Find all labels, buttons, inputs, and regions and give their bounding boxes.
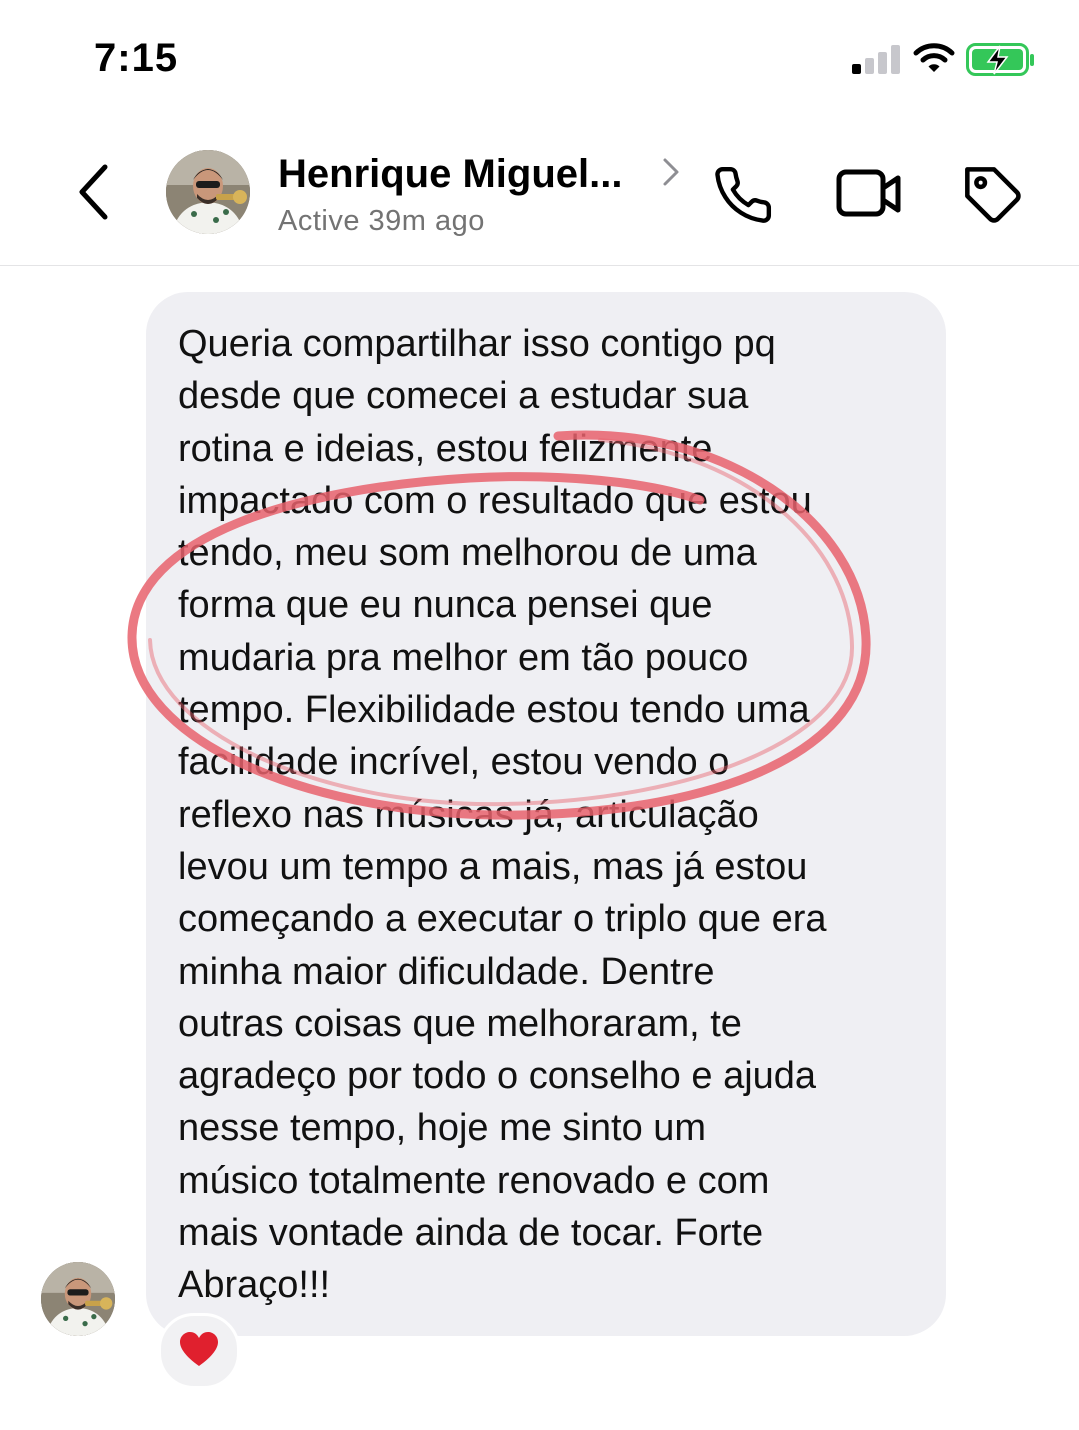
message-line: reflexo nas músicas já, articulação xyxy=(178,793,759,836)
status-time: 7:15 xyxy=(94,36,179,80)
message-line: facilidade incrível, estou vendo o xyxy=(178,741,730,784)
message-line: outras coisas que melhoraram, te xyxy=(178,1002,742,1045)
message-line: tempo. Flexibilidade estou tendo uma xyxy=(178,689,810,732)
message-line: forma que eu nunca pensei que xyxy=(178,584,713,627)
heart-icon xyxy=(180,1332,218,1366)
message-line: músico totalmente renovado e com xyxy=(178,1159,770,1202)
status-bar: 7:15 xyxy=(0,0,1079,110)
cellular-signal-icon xyxy=(852,44,902,74)
message-bubble[interactable]: Queria compartilhar isso contigo pq desd… xyxy=(146,292,946,1336)
message-text: Queria compartilhar isso contigo pq desd… xyxy=(178,318,827,1312)
message-line: agradeço por todo o conselho e ajuda xyxy=(178,1055,817,1098)
message-line: impactado com o resultado que estou xyxy=(178,479,812,522)
sender-avatar[interactable] xyxy=(41,1262,115,1336)
message-line: começando a executar o triplo que era xyxy=(178,898,827,941)
chat-header: Henrique Miguel... Active 39m ago xyxy=(0,110,1079,266)
contact-name[interactable]: Henrique Miguel... xyxy=(278,152,622,197)
tag-icon[interactable] xyxy=(962,164,1026,228)
message-line: mudaria pra melhor em tão pouco xyxy=(178,636,749,679)
active-status: Active 39m ago xyxy=(278,205,485,237)
battery-charging-icon xyxy=(966,43,1034,76)
phone-icon[interactable] xyxy=(712,164,774,226)
message-line: mais vontade ainda de tocar. Forte xyxy=(178,1212,764,1255)
message-line: tendo, meu som melhorou de uma xyxy=(178,532,757,575)
video-camera-icon[interactable] xyxy=(836,166,902,222)
message-line: rotina e ideias, estou felizmente xyxy=(178,427,713,470)
heart-reaction[interactable] xyxy=(158,1313,240,1389)
contact-avatar[interactable] xyxy=(166,150,250,234)
back-arrow-icon[interactable] xyxy=(74,162,114,222)
message-line: Queria compartilhar isso contigo pq xyxy=(178,323,776,365)
message-line: minha maior dificuldade. Dentre xyxy=(178,950,715,993)
chevron-right-icon[interactable] xyxy=(660,156,682,188)
message-line: nesse tempo, hoje me sinto um xyxy=(178,1107,707,1150)
message-line: levou um tempo a mais, mas já estou xyxy=(178,845,808,888)
wifi-icon xyxy=(913,43,955,72)
message-line: desde que comecei a estudar sua xyxy=(178,375,749,418)
message-line: Abraço!!! xyxy=(178,1264,331,1307)
